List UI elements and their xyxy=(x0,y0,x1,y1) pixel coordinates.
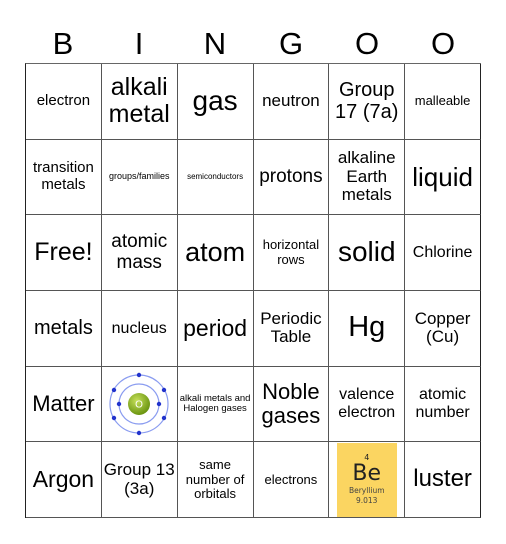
bingo-cell[interactable]: alkaline Earth metals xyxy=(329,139,406,216)
cell-text: nucleus xyxy=(111,319,167,337)
header-letter: I xyxy=(134,26,144,61)
cell-text: atom xyxy=(185,236,246,267)
bingo-cell[interactable]: nucleus xyxy=(101,290,178,367)
header-letter: O xyxy=(430,26,456,61)
oxygen-atom-diagram-icon: O xyxy=(109,372,169,436)
bingo-cell[interactable]: 4 Be Beryllium 9.013 xyxy=(329,442,406,518)
cell-text: malleable xyxy=(414,93,471,109)
bingo-cell[interactable]: metals xyxy=(26,290,102,367)
cell-text: groups/families xyxy=(108,171,170,182)
cell-text: electrons xyxy=(264,471,318,487)
bingo-cell[interactable]: Free! xyxy=(26,215,102,291)
bingo-header: B I N G O O xyxy=(25,26,481,62)
bingo-cell[interactable]: semiconductors xyxy=(177,139,254,216)
bingo-cell[interactable]: transition metals xyxy=(26,139,102,216)
element-name: Beryllium xyxy=(348,486,385,496)
electron-dot xyxy=(162,387,167,393)
cell-text: Chlorine xyxy=(412,243,473,261)
bingo-cell[interactable]: Copper (Cu) xyxy=(405,290,481,367)
electron-dot xyxy=(117,401,122,407)
bingo-cell[interactable]: alkali metal xyxy=(101,64,178,140)
bingo-cell[interactable]: Group 13 (3a) xyxy=(101,442,178,518)
bingo-cell[interactable]: groups/families xyxy=(101,139,178,216)
bingo-cell[interactable]: liquid xyxy=(405,139,481,216)
element-mass: 9.013 xyxy=(355,496,378,506)
bingo-cell[interactable]: malleable xyxy=(405,64,481,140)
header-letter: O xyxy=(354,26,380,61)
electron-dot xyxy=(137,372,142,378)
header-letter: B xyxy=(52,26,74,61)
bingo-cell[interactable]: Periodic Table xyxy=(253,290,330,367)
cell-text: Free! xyxy=(34,237,93,266)
cell-text: Group 17 (7a) xyxy=(335,79,399,124)
bingo-cell[interactable]: atomic mass xyxy=(101,215,178,291)
header-letter: G xyxy=(278,26,304,61)
element-symbol: Be xyxy=(352,461,382,487)
bingo-cell[interactable]: Chlorine xyxy=(405,215,481,291)
cell-text: Matter xyxy=(32,390,95,416)
cell-text: Copper (Cu) xyxy=(414,308,471,347)
cell-text: same number of orbitals xyxy=(185,457,245,501)
cell-text: liquid xyxy=(412,161,473,192)
electron-dot xyxy=(162,415,167,421)
bingo-cell[interactable]: Hg xyxy=(329,290,406,367)
cell-text: atomic mass xyxy=(111,230,168,273)
cell-text: protons xyxy=(259,165,323,187)
cell-text: Noble gases xyxy=(261,378,321,428)
bingo-grid: electron alkali metal gas neutron Group … xyxy=(25,63,481,518)
cell-text: Periodic Table xyxy=(260,308,322,347)
header-letter: N xyxy=(203,26,227,61)
bingo-cell[interactable]: neutron xyxy=(253,64,330,140)
electron-dot xyxy=(112,415,117,421)
electron-dot xyxy=(137,430,142,436)
cell-text: alkali metals and Halogen gases xyxy=(179,392,251,414)
bingo-cell[interactable]: atom xyxy=(177,215,254,291)
bingo-cell[interactable]: same number of orbitals xyxy=(177,442,254,518)
bingo-cell[interactable]: Noble gases xyxy=(253,366,330,443)
bingo-cell[interactable]: O xyxy=(101,366,178,443)
bingo-cell[interactable]: electrons xyxy=(253,442,330,518)
cell-text: alkaline Earth metals xyxy=(337,147,396,205)
cell-text: metals xyxy=(33,317,93,340)
cell-text: period xyxy=(183,314,248,341)
electron-dot xyxy=(112,387,117,393)
cell-text: neutron xyxy=(262,90,320,110)
cell-text: solid xyxy=(337,236,396,268)
bingo-cell[interactable]: period xyxy=(177,290,254,367)
cell-text: valence electron xyxy=(338,386,396,421)
bingo-cell[interactable]: horizontal rows xyxy=(253,215,330,291)
bingo-cell[interactable]: alkali metals and Halogen gases xyxy=(177,366,254,443)
bingo-cell[interactable]: luster xyxy=(405,442,481,518)
cell-text: Group 13 (3a) xyxy=(103,459,175,498)
beryllium-element-tile: 4 Be Beryllium 9.013 xyxy=(336,442,397,517)
bingo-cell[interactable]: Group 17 (7a) xyxy=(329,64,406,140)
cell-text: luster xyxy=(413,465,472,493)
bingo-cell[interactable]: electron xyxy=(26,64,102,140)
bingo-cell[interactable]: solid xyxy=(329,215,406,291)
cell-text: semiconductors xyxy=(187,171,244,181)
cell-text: transition metals xyxy=(32,159,94,193)
nucleus-label: O xyxy=(135,399,143,410)
cell-text: Argon xyxy=(32,466,95,492)
cell-text: electron xyxy=(36,92,91,110)
electron-dot xyxy=(157,401,162,407)
cell-text: atomic number xyxy=(415,386,470,421)
cell-text: horizontal rows xyxy=(262,237,320,267)
bingo-cell[interactable]: gas xyxy=(177,64,254,140)
cell-text: Hg xyxy=(348,311,386,344)
bingo-cell[interactable]: atomic number xyxy=(405,366,481,443)
cell-text: gas xyxy=(192,84,238,116)
bingo-cell[interactable]: protons xyxy=(253,139,330,216)
bingo-cell[interactable]: valence electron xyxy=(329,366,406,443)
bingo-cell[interactable]: Argon xyxy=(26,442,102,518)
bingo-cell[interactable]: Matter xyxy=(26,366,102,443)
cell-text: alkali metal xyxy=(108,72,170,129)
